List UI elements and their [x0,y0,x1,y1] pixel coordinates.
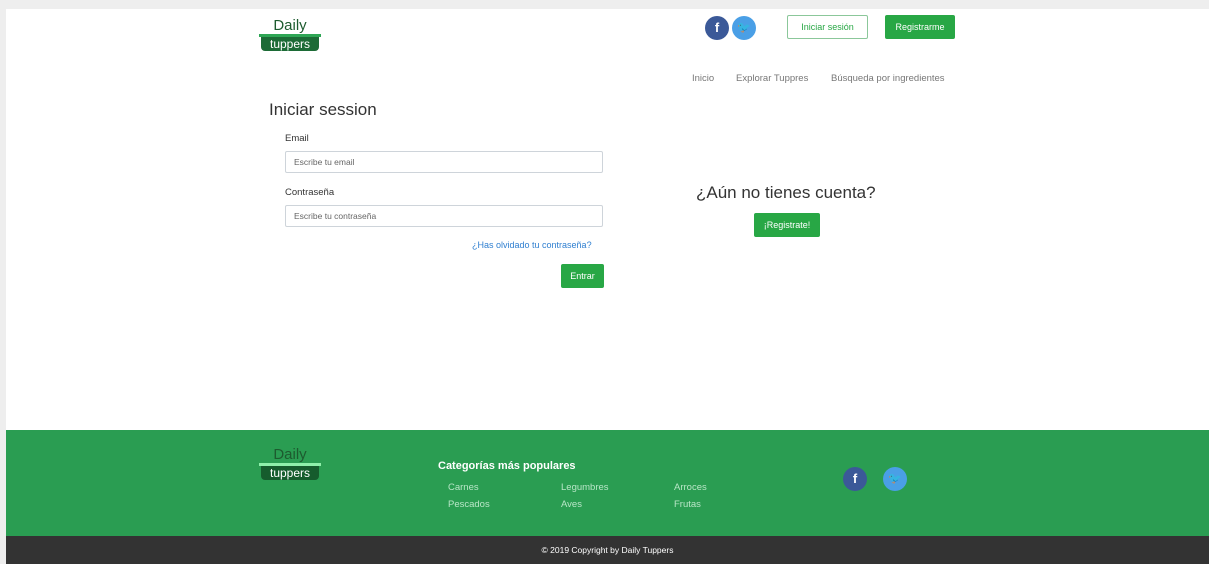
twitter-icon[interactable]: 🐦 [732,16,756,40]
email-label: Email [285,133,309,144]
login-title: Iniciar session [269,100,377,119]
password-field[interactable] [285,205,603,227]
footer-twitter-icon[interactable]: 🐦 [883,467,907,491]
categories-title: Categorías más populares [438,460,576,472]
nav-busqueda[interactable]: Búsqueda por ingredientes [831,73,945,84]
category-carnes[interactable]: Carnes [448,482,479,493]
footer: Daily tuppers Categorías más populares C… [6,430,1209,536]
signup-button[interactable]: ¡Registrate! [754,213,820,237]
email-field[interactable] [285,151,603,173]
login-button[interactable]: Iniciar sesión [787,15,868,39]
submit-button[interactable]: Entrar [561,264,604,288]
logo-tuppers-text: tuppers [261,37,319,51]
facebook-icon[interactable]: f [705,16,729,40]
category-arroces[interactable]: Arroces [674,482,707,493]
category-pescados[interactable]: Pescados [448,499,490,510]
forgot-password-link[interactable]: ¿Has olvidado tu contraseña? [472,240,592,250]
site-logo[interactable]: Daily tuppers [259,18,321,52]
page: Daily tuppers f 🐦 Iniciar sesión Registr… [6,9,1209,564]
nav-explorar[interactable]: Explorar Tuppres [736,73,808,84]
footer-logo-daily-text: Daily [273,446,307,463]
copyright-bar: © 2019 Copyright by Daily Tuppers [6,536,1209,564]
password-label: Contraseña [285,187,335,198]
nav-inicio[interactable]: Inicio [692,73,714,84]
category-legumbres[interactable]: Legumbres [561,482,609,493]
footer-logo-tuppers-text: tuppers [261,466,319,480]
register-button[interactable]: Registrarme [885,15,955,39]
logo-daily-text: Daily [273,17,307,34]
no-account-title: ¿Aún no tienes cuenta? [696,183,876,202]
footer-logo[interactable]: Daily tuppers [259,447,321,481]
category-aves[interactable]: Aves [561,499,582,510]
category-frutas[interactable]: Frutas [674,499,701,510]
footer-facebook-icon[interactable]: f [843,467,867,491]
